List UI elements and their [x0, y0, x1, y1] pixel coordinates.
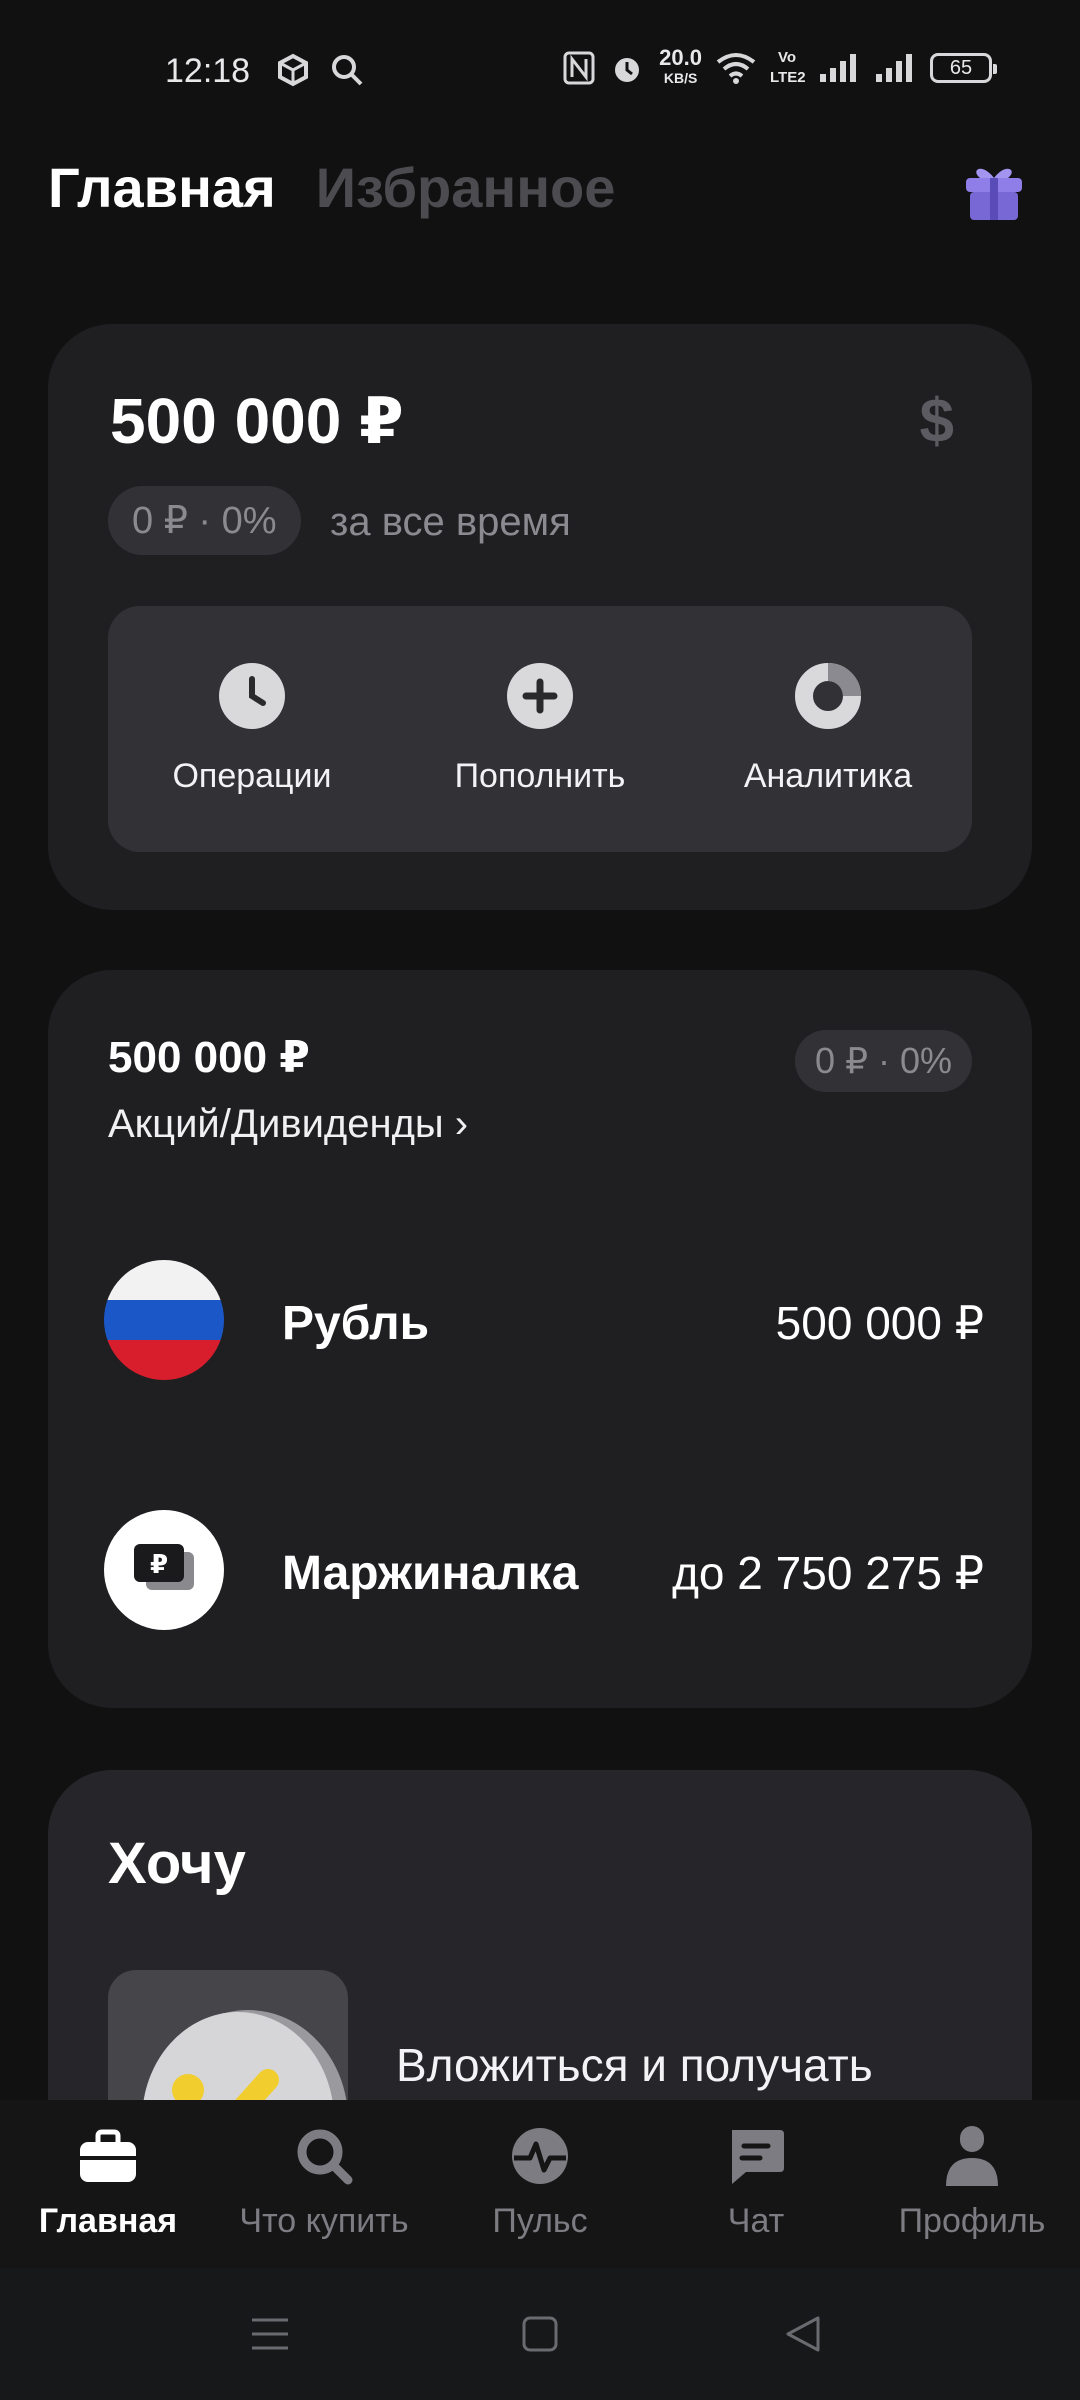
briefcase-icon [76, 2124, 140, 2188]
back-triangle-icon[interactable] [782, 2312, 826, 2356]
topup-button[interactable]: Пополнить [410, 662, 670, 796]
account-card[interactable]: 500 000 ₽ 0 ₽ · 0% Акций/Дивиденды › Руб… [48, 970, 1032, 1708]
gift-icon[interactable] [962, 160, 1026, 224]
analytics-label: Аналитика [743, 756, 913, 795]
operations-label: Операции [172, 756, 332, 795]
balance-change-chip: 0 ₽ · 0% [108, 486, 301, 555]
currency-name: Рубль [282, 1297, 430, 1350]
home-square-icon[interactable] [518, 2312, 562, 2356]
alarm-icon [615, 58, 640, 82]
margin-name: Маржиналка [282, 1547, 579, 1600]
volte-label: Vo LTE2 [770, 49, 806, 86]
promo-text[interactable]: Вложиться и получать [396, 2038, 873, 2092]
balance-card: 500 000 ₽ $ 0 ₽ · 0% за все время Операц… [48, 324, 1032, 910]
list-item[interactable]: Рубль 500 000 ₽ [104, 1260, 984, 1384]
margin-amount: до 2 750 275 ₽ [672, 1547, 984, 1599]
list-item[interactable]: ₽ Маржиналка до 2 750 275 ₽ [104, 1510, 984, 1634]
total-balance: 500 000 ₽ [110, 385, 404, 457]
nav-pulse-label: Пульс [492, 2202, 588, 2240]
wifi-icon [716, 53, 756, 84]
tab-main[interactable]: Главная [48, 155, 276, 220]
margin-wallet-icon: ₽ [104, 1510, 224, 1630]
nav-pulse[interactable]: Пульс [432, 2124, 648, 2241]
tab-favorites[interactable]: Избранное [316, 155, 616, 220]
nav-profile-label: Профиль [898, 2202, 1046, 2240]
signal-1-icon [820, 54, 856, 82]
profile-icon [940, 2124, 1004, 2188]
operations-button[interactable]: Операции [122, 662, 382, 796]
battery-indicator: 65 [930, 53, 997, 83]
analytics-button[interactable]: Аналитика [698, 662, 958, 796]
nfc-icon [563, 51, 595, 85]
pie-chart-icon [795, 662, 861, 729]
cube-icon [278, 53, 308, 87]
status-left-icons [275, 52, 365, 88]
currency-amount: 500 000 ₽ [775, 1297, 984, 1349]
status-bar: 12:18 20.0 KB/S Vo LTE2 65 [0, 0, 1080, 140]
search-icon [332, 55, 363, 86]
chat-icon [724, 2124, 788, 2188]
header-tabs: Главная Избранное [48, 155, 615, 220]
want-title: Хочу [108, 1831, 246, 1896]
nav-chat[interactable]: Чат [648, 2124, 864, 2241]
nav-what-to-buy-label: Что купить [239, 2202, 409, 2240]
signal-2-icon [876, 54, 912, 82]
nav-profile[interactable]: Профиль [864, 2124, 1080, 2241]
net-speed: 20.0 KB/S [659, 45, 702, 87]
clock-icon [219, 662, 285, 729]
menu-icon[interactable] [248, 2312, 292, 2356]
nav-chat-label: Чат [727, 2202, 785, 2240]
nav-what-to-buy[interactable]: Что купить [216, 2124, 432, 2241]
search-icon [292, 2124, 356, 2188]
account-sum: 500 000 ₽ [108, 1033, 310, 1082]
period-label[interactable]: за все время [330, 500, 571, 545]
system-nav-bar [0, 2268, 1080, 2400]
bottom-nav: Главная Что купить Пульс Чат Профиль [0, 2100, 1080, 2268]
nav-home[interactable]: Главная [0, 2124, 216, 2241]
pulse-icon [508, 2124, 572, 2188]
nav-home-label: Главная [38, 2202, 178, 2240]
topup-label: Пополнить [454, 756, 626, 795]
svg-text:₽: ₽ [150, 1550, 168, 1580]
quick-actions: Операции Пополнить Аналитика [108, 606, 972, 852]
russia-flag-icon [104, 1260, 224, 1380]
currency-switch-button[interactable]: $ [920, 386, 954, 457]
account-change-chip: 0 ₽ · 0% [795, 1030, 972, 1092]
status-right-icons: 20.0 KB/S Vo LTE2 65 [563, 45, 997, 88]
account-link[interactable]: Акций/Дивиденды › [108, 1102, 468, 1147]
status-time: 12:18 [165, 52, 251, 90]
plus-icon [507, 662, 573, 729]
